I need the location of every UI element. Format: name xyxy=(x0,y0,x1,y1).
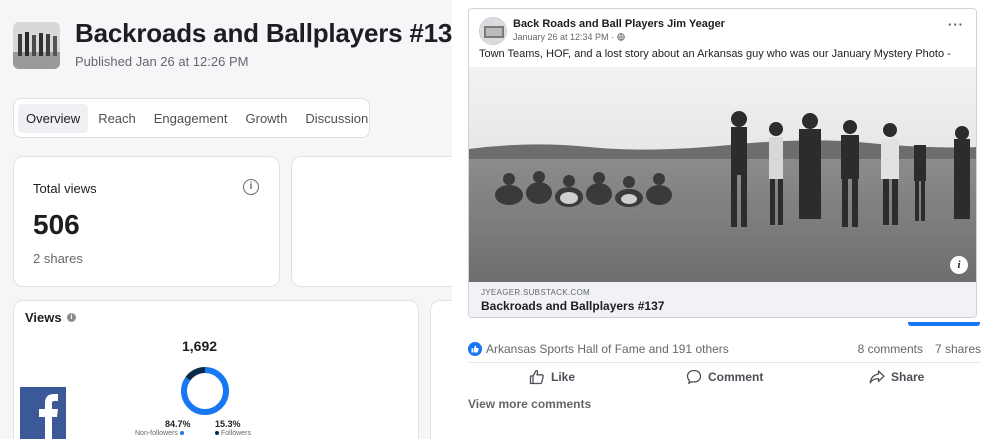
tab-discussion[interactable]: Discussion xyxy=(297,104,376,133)
view-more-comments-link[interactable]: View more comments xyxy=(468,397,591,411)
reactions-text: Arkansas Sports Hall of Fame and 191 oth… xyxy=(486,342,729,356)
link-preview-bar[interactable]: JYEAGER.SUBSTACK.COM Backroads and Ballp… xyxy=(469,282,976,317)
followers-label: Followers xyxy=(221,430,251,437)
published-date: Published Jan 26 at 12:26 PM xyxy=(75,54,249,69)
thumbs-up-icon xyxy=(529,369,544,385)
total-views-label: Total views xyxy=(33,181,97,196)
post-text: Town Teams, HOF, and a lost story about … xyxy=(479,48,951,60)
total-views-value: 506 xyxy=(33,209,80,240)
post-date-text: January 26 at 12:34 PM · xyxy=(513,32,617,42)
tab-reach[interactable]: Reach xyxy=(90,104,144,133)
post-analytics-panel: Backroads and Ballplayers #137 Published… xyxy=(0,0,452,439)
views-heading: Views xyxy=(25,310,62,325)
shares-count-fb[interactable]: 7 shares xyxy=(935,342,981,356)
comment-button[interactable]: Comment xyxy=(686,366,763,388)
metric-card-empty xyxy=(291,156,452,287)
like-reaction-icon xyxy=(468,342,482,356)
followers-dot xyxy=(215,431,219,436)
non-followers-dot xyxy=(179,431,184,436)
info-icon[interactable]: i xyxy=(243,179,259,195)
non-followers-legend: Non-followers xyxy=(135,430,184,437)
followers-legend: Followers xyxy=(215,430,251,437)
author-avatar[interactable] xyxy=(479,17,507,45)
chart-card-secondary xyxy=(430,300,452,439)
views-chart-card: Views i 1,692 84.7% 15.3% Non-followers … xyxy=(13,300,419,439)
facebook-post-panel: Back Roads and Ball Players Jim Yeager J… xyxy=(452,0,993,439)
link-preview-photo[interactable]: i xyxy=(469,67,976,282)
post-card: Back Roads and Ball Players Jim Yeager J… xyxy=(468,8,977,318)
non-followers-label: Non-followers xyxy=(135,430,178,437)
share-arrow-icon xyxy=(869,370,885,384)
actions-divider xyxy=(468,362,981,363)
analytics-tabs: Overview Reach Engagement Growth Discuss… xyxy=(13,98,370,138)
post-stats: 8 comments 7 shares xyxy=(858,342,981,356)
total-views-card: Total views i 506 2 shares xyxy=(13,156,280,287)
non-followers-percent: 84.7% xyxy=(165,419,191,429)
tab-engagement[interactable]: Engagement xyxy=(146,104,236,133)
blue-button-edge xyxy=(908,322,980,326)
more-options-icon[interactable]: ··· xyxy=(948,17,964,32)
share-button[interactable]: Share xyxy=(869,366,924,388)
post-thumbnail xyxy=(13,22,60,69)
post-date[interactable]: January 26 at 12:34 PM · xyxy=(513,32,625,42)
like-label: Like xyxy=(551,370,576,384)
comments-count[interactable]: 8 comments xyxy=(858,342,923,356)
link-domain: JYEAGER.SUBSTACK.COM xyxy=(481,288,590,297)
comment-bubble-icon xyxy=(686,369,702,384)
reactions-summary[interactable]: Arkansas Sports Hall of Fame and 191 oth… xyxy=(468,342,729,356)
followers-percent: 15.3% xyxy=(215,419,241,429)
tab-overview[interactable]: Overview xyxy=(18,103,89,133)
tab-growth[interactable]: Growth xyxy=(238,104,296,133)
author-name[interactable]: Back Roads and Ball Players Jim Yeager xyxy=(513,18,725,30)
share-label: Share xyxy=(891,370,925,384)
shares-count: 2 shares xyxy=(33,251,83,266)
facebook-logo-icon xyxy=(20,387,66,439)
views-donut-chart xyxy=(181,367,229,415)
views-info-icon[interactable]: i xyxy=(67,313,76,322)
photo-info-icon[interactable]: i xyxy=(950,256,968,274)
comment-label: Comment xyxy=(708,370,764,384)
link-title: Backroads and Ballplayers #137 xyxy=(481,299,665,313)
like-button[interactable]: Like xyxy=(529,366,575,388)
post-title: Backroads and Ballplayers #137 xyxy=(75,18,452,48)
views-total: 1,692 xyxy=(182,338,218,354)
globe-icon xyxy=(616,33,625,41)
